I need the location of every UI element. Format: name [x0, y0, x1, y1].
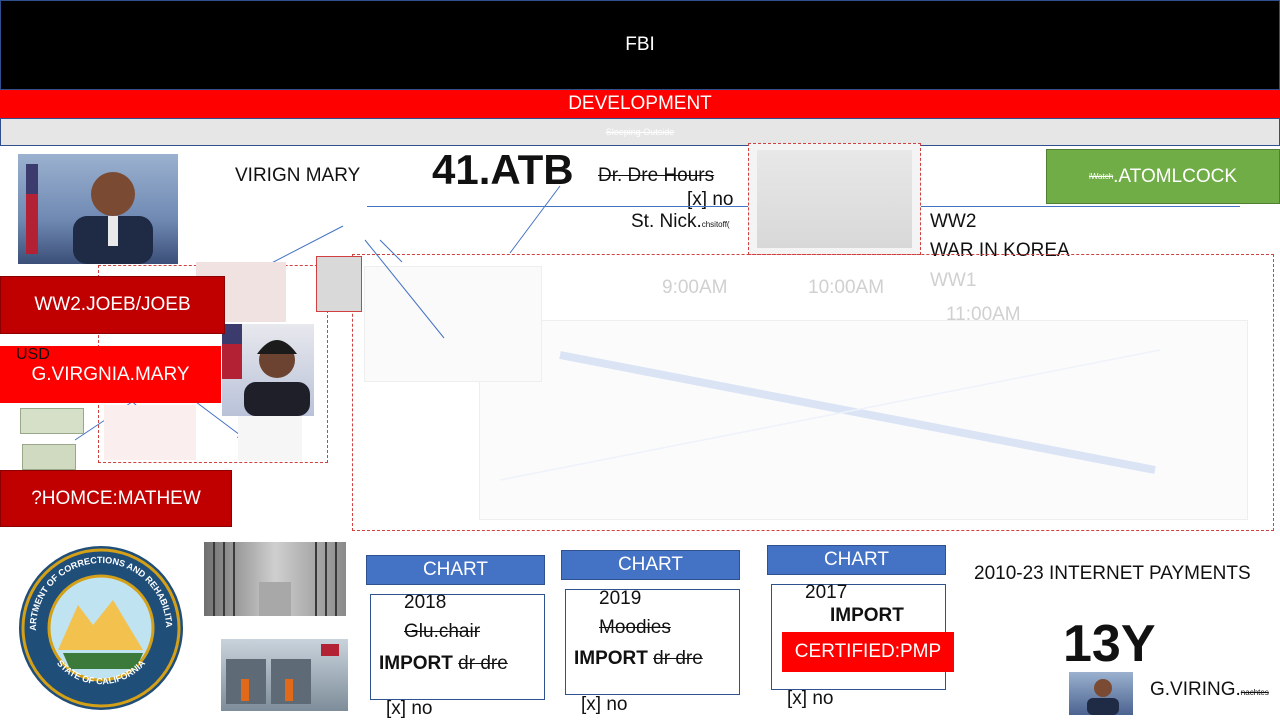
card-3-year: 2017 [805, 582, 848, 603]
portrait-image-2 [222, 324, 310, 416]
footer-avatar-image [1087, 679, 1119, 715]
collage-faded-logo [104, 405, 196, 460]
card-1-struck: Glu.chair [404, 621, 481, 642]
chart-button-3[interactable]: CHART [767, 545, 946, 575]
usd-label: USD [16, 346, 50, 363]
chart-label-3: CHART [823, 549, 890, 570]
prison-cells-image [213, 542, 337, 616]
collage-faded-small [238, 415, 302, 461]
card-2-import: IMPORT dr dre [574, 648, 703, 669]
dollar-bill-2 [22, 444, 76, 470]
joeb-button[interactable]: WW2.JOEB/JOEB [0, 276, 225, 334]
mary-label: G.VIRGNIA.MARY [31, 363, 190, 385]
footer-name: G.VIRING.nachtes [1150, 679, 1269, 700]
card-2: 2019 Moodies IMPORT dr dre [565, 588, 740, 695]
prison-hall-photo [221, 639, 348, 711]
portrait-photo-2 [222, 324, 314, 416]
chart-button-2[interactable]: CHART [561, 550, 740, 580]
payments-big: 13Y [1063, 615, 1156, 673]
certified-badge: CERTIFIED:PMP [782, 632, 954, 672]
card-2-check[interactable]: [x] no [581, 694, 627, 716]
card-3-import: IMPORT [830, 605, 904, 626]
card-1-check[interactable]: [x] no [386, 698, 432, 720]
prison-hall-image [226, 644, 339, 704]
card-1-import: IMPORT dr dre [379, 653, 508, 674]
payments-label: 2010-23 INTERNET PAYMENTS [974, 563, 1251, 584]
state-seal: DEPARTMENT OF CORRECTIONS AND REHABILITA… [14, 537, 184, 711]
card-3-check[interactable]: [x] no [787, 688, 833, 710]
footer-avatar [1069, 672, 1133, 715]
chart-label-2: CHART [617, 554, 684, 575]
small-thumb [316, 256, 362, 312]
card-1: 2018 Glu.chair IMPORT dr dre [370, 592, 545, 700]
chart-label-1: CHART [422, 559, 489, 580]
seal-icon: DEPARTMENT OF CORRECTIONS AND REHABILITA… [14, 537, 183, 710]
chart-button-1[interactable]: CHART [366, 555, 545, 585]
mathew-label: ?HOMCE:MATHEW [31, 487, 201, 509]
card-2-struck: Moodies [599, 617, 671, 638]
certified-label: CERTIFIED:PMP [794, 641, 942, 662]
card-2-year: 2019 [599, 588, 642, 609]
mathew-button[interactable]: ?HOMCE:MATHEW [0, 470, 232, 527]
card-1-year: 2018 [404, 592, 447, 613]
card-3: 2017 IMPORT CERTIFIED:PMP [771, 582, 954, 690]
joeb-label: WW2.JOEB/JOEB [34, 294, 191, 315]
prison-cells-photo [204, 542, 346, 616]
dollar-bill-1 [20, 408, 84, 434]
